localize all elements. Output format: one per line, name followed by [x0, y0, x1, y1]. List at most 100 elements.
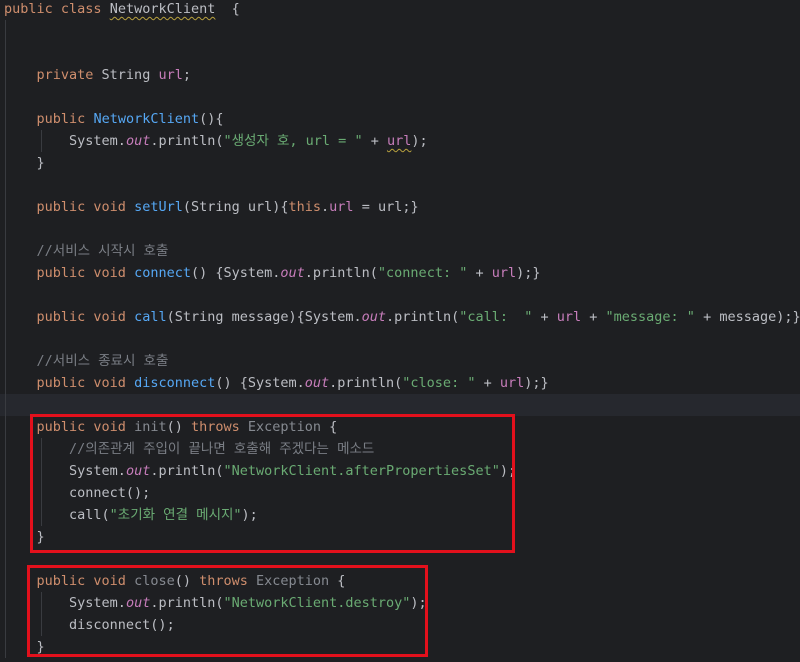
code-token: System.	[69, 463, 126, 479]
code-token: "close: "	[402, 375, 476, 391]
code-line[interactable]: //서비스 종료시 호출	[0, 350, 800, 372]
code-line[interactable]	[0, 218, 800, 240]
code-editor[interactable]: public class NetworkClient { private Str…	[0, 0, 800, 662]
code-line[interactable]	[0, 174, 800, 196]
code-token: disconnect();	[69, 617, 175, 633]
code-line-text: call("초기화 연결 메시지");	[4, 504, 258, 526]
code-line[interactable]	[0, 20, 800, 42]
code-token: public void	[36, 573, 135, 589]
code-line[interactable]: public class NetworkClient {	[0, 0, 800, 20]
code-line-text: System.out.println("NetworkClient.destro…	[4, 592, 427, 614]
code-token: + message);}	[694, 309, 800, 325]
code-token: );	[410, 595, 427, 611]
code-token: .println(	[150, 463, 224, 479]
code-token: ;	[182, 67, 191, 83]
code-token: throws	[199, 573, 256, 589]
code-token: String	[93, 67, 159, 83]
code-line[interactable]: public NetworkClient(){	[0, 108, 800, 130]
code-token: "message: "	[605, 309, 695, 325]
indent-guide	[41, 438, 42, 526]
code-line-text: public void connect() {System.out.printl…	[4, 262, 541, 284]
code-token: {	[329, 573, 346, 589]
code-line[interactable]	[0, 42, 800, 64]
code-token: "call: "	[459, 309, 533, 325]
code-token: Exception	[247, 419, 322, 435]
code-token: ()	[166, 419, 191, 435]
code-line[interactable]: disconnect();	[0, 614, 800, 636]
code-line[interactable]: public void setUrl(String url){this.url …	[0, 196, 800, 218]
code-token: }	[36, 529, 45, 545]
code-token: close	[134, 573, 175, 589]
code-line[interactable]	[0, 328, 800, 350]
code-token: setUrl	[134, 199, 183, 215]
code-line[interactable]: }	[0, 526, 800, 548]
code-line[interactable]: //의존관계 주입이 끝나면 호출해 주겠다는 메소드	[0, 438, 800, 460]
code-line[interactable]: public void close() throws Exception {	[0, 570, 800, 592]
code-token: //서비스 종료시 호출	[36, 353, 169, 369]
code-line[interactable]: call("초기화 연결 메시지");	[0, 504, 800, 526]
code-token: out	[304, 375, 330, 391]
code-line[interactable]: public void disconnect() {System.out.pri…	[0, 372, 800, 394]
code-token: connect();	[69, 485, 151, 501]
code-line[interactable]: }	[0, 152, 800, 174]
code-token: );	[241, 507, 258, 523]
code-token: .println(	[386, 309, 460, 325]
code-line[interactable]	[0, 548, 800, 570]
indent-guide	[41, 130, 42, 152]
code-token: this	[288, 199, 322, 215]
code-token: {	[321, 419, 338, 435]
code-token: url	[158, 67, 183, 83]
code-token: .println(	[150, 595, 224, 611]
indent-guide	[41, 592, 42, 636]
code-token: url	[499, 375, 525, 391]
code-token: "NetworkClient.afterPropertiesSet"	[223, 463, 500, 479]
code-token: public	[4, 1, 53, 17]
code-line[interactable]: public void connect() {System.out.printl…	[0, 262, 800, 284]
code-token: );	[411, 133, 428, 149]
code-token: System.	[69, 595, 126, 611]
code-token: +	[362, 133, 387, 149]
code-token: out	[280, 265, 305, 281]
code-token: +	[467, 265, 492, 281]
code-line[interactable]: private String url;	[0, 64, 800, 86]
code-line[interactable]: //서비스 시작시 호출	[0, 240, 800, 262]
code-token: public void	[36, 419, 135, 435]
code-token: public void	[36, 375, 135, 391]
code-token: .println(	[150, 133, 224, 149]
code-line[interactable]: System.out.println("NetworkClient.destro…	[0, 592, 800, 614]
code-line[interactable]	[0, 394, 800, 416]
code-line[interactable]: System.out.println("NetworkClient.afterP…	[0, 460, 800, 482]
code-line[interactable]: }	[0, 636, 800, 658]
code-line[interactable]	[0, 86, 800, 108]
code-line-text: private String url;	[4, 64, 191, 86]
code-line[interactable]: public void call(String message){System.…	[0, 306, 800, 328]
code-token: (String url){	[182, 199, 289, 215]
code-line-text: public class NetworkClient {	[4, 0, 240, 20]
code-token: NetworkClient	[93, 111, 200, 127]
code-token: url	[491, 265, 517, 281]
code-line[interactable]	[0, 284, 800, 306]
code-token: +	[475, 375, 500, 391]
code-token: }	[36, 639, 45, 655]
code-token: call(	[69, 507, 110, 523]
code-token: out	[125, 133, 151, 149]
code-line[interactable]: System.out.println("생성자 호, url = " + url…	[0, 130, 800, 152]
code-line[interactable]: public void init() throws Exception {	[0, 416, 800, 438]
code-line-text: }	[4, 152, 45, 174]
code-token: call	[134, 309, 167, 325]
code-line[interactable]: connect();	[0, 482, 800, 504]
code-line-text: //서비스 종료시 호출	[4, 350, 169, 372]
code-token: //서비스 시작시 호출	[36, 243, 169, 259]
code-token: out	[125, 595, 151, 611]
